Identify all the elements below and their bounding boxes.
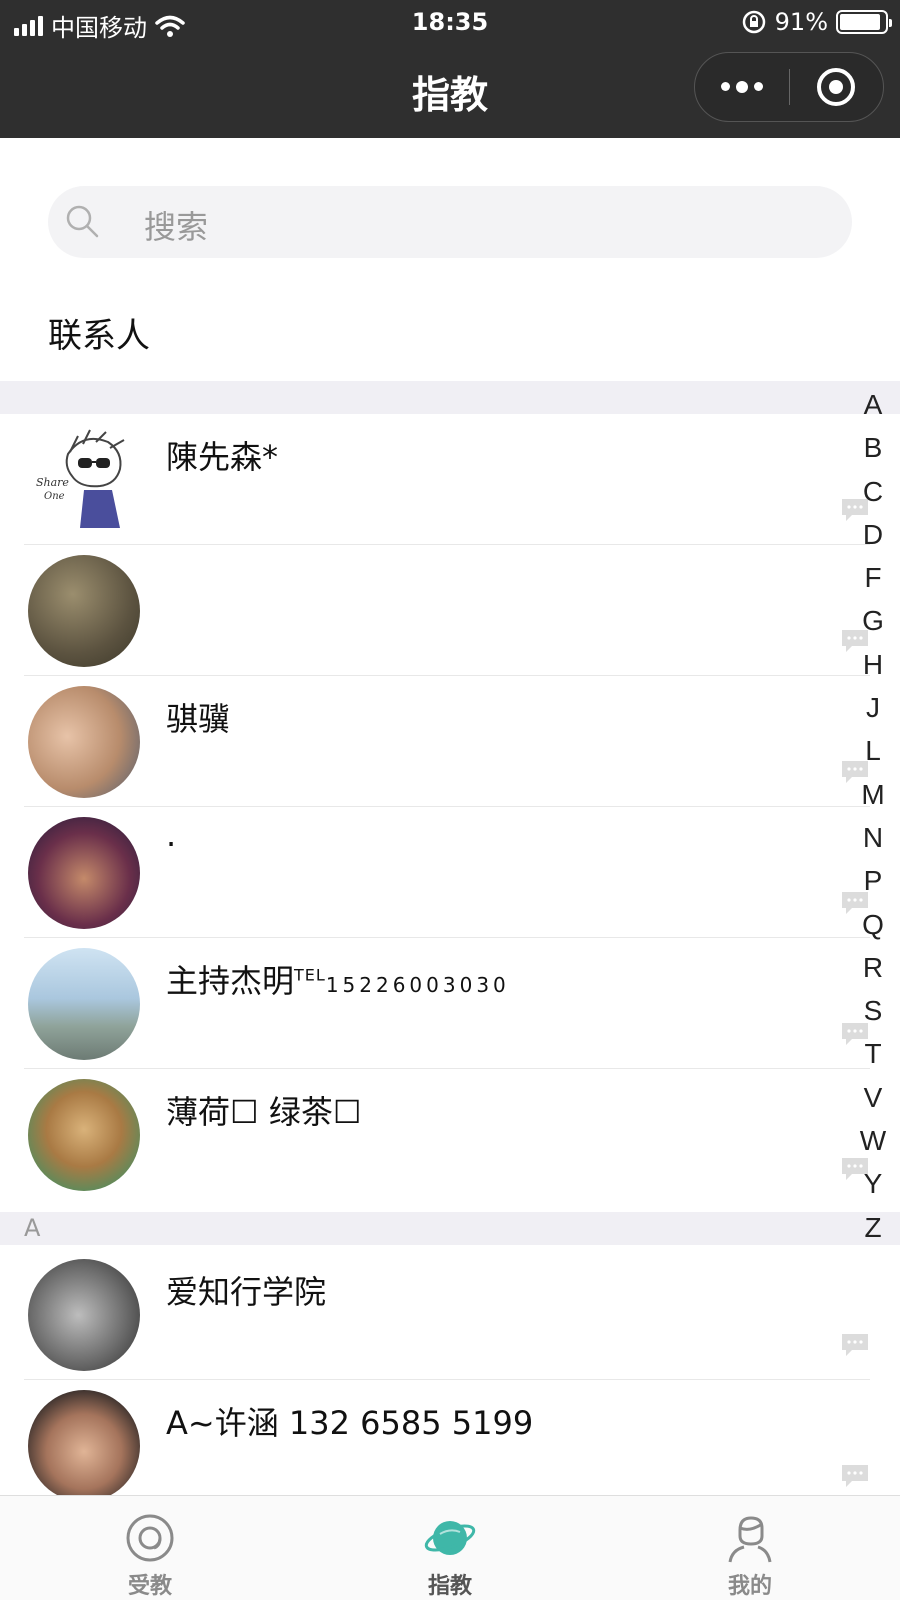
index-letter[interactable]: R [858,946,888,989]
contact-name: 骐骥 [166,700,231,738]
mini-program-capsule [694,52,884,122]
close-mini-program-button[interactable] [790,68,884,106]
contact-name: A~许涵 132 6585 5199 [166,1404,534,1442]
photo-avatar [28,555,140,667]
contact-row[interactable]: Share One 陳先森* [0,414,870,545]
index-letter[interactable]: J [858,686,888,729]
tab-label: 受教 [127,1574,172,1599]
tab-label: 我的 [727,1574,772,1599]
chat-bubble-icon[interactable] [840,1463,870,1489]
index-letter[interactable]: V [858,1076,888,1119]
contact-row[interactable]: A~许涵 132 6585 5199 [0,1380,870,1511]
contacts-section-title: 联系人 [48,316,150,356]
tel-superscript: TEL [294,965,326,985]
battery-percent: 91% [774,8,828,36]
index-letter[interactable]: G [858,599,888,642]
index-letter[interactable]: T [858,1032,888,1075]
rotation-lock-icon [742,10,765,34]
index-letter[interactable]: N [858,816,888,859]
alphabet-index[interactable]: ABCDFGHJLMNPQRSTVWYZ [858,383,888,1249]
tab-zhijiao[interactable]: 指教 [300,1496,600,1600]
photo-avatar [28,1259,140,1371]
index-letter[interactable]: C [858,470,888,513]
tab-bar: 受教 指教 我的 [0,1495,900,1600]
index-letter[interactable]: L [858,729,888,772]
search-bar[interactable]: 搜索 [48,186,852,258]
index-letter[interactable]: M [858,773,888,816]
planet-icon [424,1521,476,1555]
more-options-button[interactable] [695,80,789,93]
contact-row[interactable] [0,545,870,676]
contact-name: 爱知行学院 [166,1273,327,1311]
photo-avatar [28,686,140,798]
index-letter[interactable]: S [858,989,888,1032]
contact-name-text: 主持杰明 [166,962,295,1000]
contact-name: 陳先森* [166,438,279,476]
circle-at-icon [126,1514,174,1562]
target-icon [817,68,856,106]
contact-row[interactable]: 薄荷☐ 绿茶☐ [0,1069,870,1212]
contact-row[interactable]: 主持杰明TEL15226003030 [0,938,870,1069]
contact-row[interactable]: · [0,807,870,938]
person-icon [728,1516,772,1563]
contact-name: 主持杰明TEL15226003030 [166,956,510,1002]
group-header: A [0,1212,900,1245]
search-icon [66,205,99,238]
index-letter[interactable]: H [858,643,888,686]
tab-wode[interactable]: 我的 [600,1496,900,1600]
group-label: A [24,1214,41,1242]
contact-row[interactable]: 骐骥 [0,676,870,807]
cartoon-sunglasses-avatar: Share One [28,424,140,536]
nav-bar: 指教 [0,44,900,138]
index-letter[interactable]: B [858,426,888,469]
index-letter[interactable]: P [858,859,888,902]
status-bar: 中国移动 18:35 91% [0,0,900,44]
photo-avatar [28,1390,140,1502]
status-right: 91% [741,8,892,36]
contact-name: · [166,825,177,863]
search-placeholder: 搜索 [144,208,209,246]
photo-avatar [28,817,140,929]
tab-shoujiao[interactable]: 受教 [0,1496,300,1600]
svg-text:One: One [44,491,65,502]
index-letter[interactable]: F [858,556,888,599]
contact-row[interactable]: 爱知行学院 [0,1249,870,1380]
index-letter[interactable]: A [858,383,888,426]
index-letter[interactable]: D [858,513,888,556]
teddy-bear-avatar [28,1079,140,1191]
svg-text:Share: Share [36,476,69,489]
chat-bubble-icon[interactable] [840,1332,870,1358]
tab-label: 指教 [427,1574,472,1599]
tel-number: 15226003030 [325,973,510,997]
index-letter[interactable]: W [858,1119,888,1162]
index-letter[interactable]: Y [858,1162,888,1205]
index-letter[interactable]: Z [858,1206,888,1249]
contact-name: 薄荷☐ 绿茶☐ [166,1093,362,1131]
index-letter[interactable]: Q [858,903,888,946]
photo-avatar [28,948,140,1060]
battery-icon [836,10,892,34]
group-header [0,381,900,414]
